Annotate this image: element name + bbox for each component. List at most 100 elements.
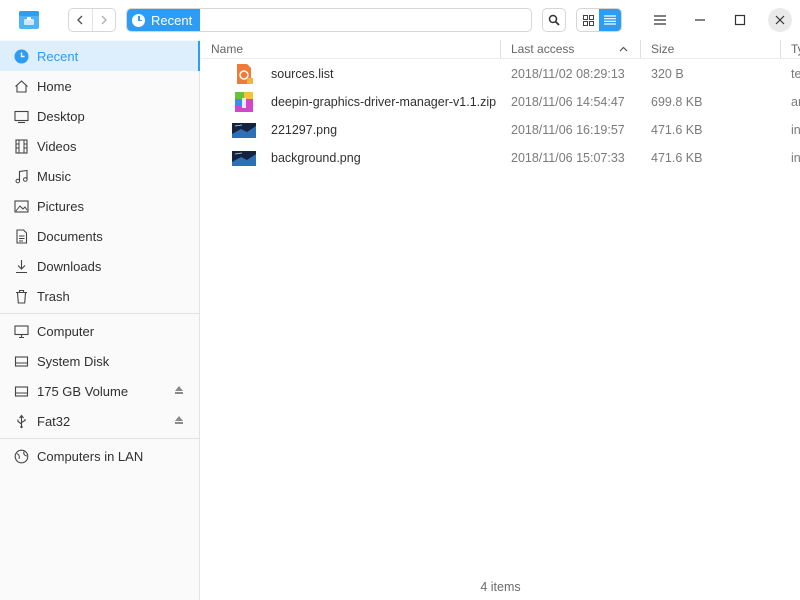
file-last-access: 2018/11/06 14:54:47 <box>511 95 625 109</box>
column-header-name[interactable]: Name <box>211 40 243 58</box>
close-icon <box>775 15 785 25</box>
picture-icon <box>13 198 29 214</box>
sidebar-item-label: Pictures <box>37 198 84 214</box>
header-separator <box>201 58 800 59</box>
sidebar-item-label: System Disk <box>37 353 110 369</box>
usb-icon <box>13 413 29 429</box>
table-row[interactable]: background.png 2018/11/06 15:07:33 471.6… <box>201 144 800 172</box>
menu-icon <box>654 15 666 25</box>
sidebar-item-home[interactable]: Home <box>0 71 200 101</box>
sidebar-item-label: Computers in LAN <box>37 448 144 464</box>
sidebar-item-music[interactable]: Music <box>0 161 200 191</box>
sidebar-item-label: 175 GB Volume <box>37 383 129 399</box>
close-button[interactable] <box>768 8 792 32</box>
maximize-icon <box>734 14 746 26</box>
maximize-button[interactable] <box>728 8 752 32</box>
sidebar-item-computers-in-lan[interactable]: Computers in LAN <box>0 441 200 471</box>
sidebar-item-label: Downloads <box>37 258 102 274</box>
file-size: 471.6 KB <box>651 123 703 137</box>
column-divider[interactable] <box>640 40 641 58</box>
file-size: 320 B <box>651 67 684 81</box>
back-button[interactable] <box>69 9 92 31</box>
sidebar-item-175gb-volume[interactable]: 175 GB Volume <box>0 376 200 406</box>
sidebar-item-trash[interactable]: Trash <box>0 281 200 311</box>
trash-icon <box>13 288 29 304</box>
table-row[interactable]: 221297.png 2018/11/06 16:19:57 471.6 KB … <box>201 116 800 144</box>
sidebar-item-label: Recent <box>37 48 79 64</box>
clock-icon <box>13 48 29 64</box>
file-name: deepin-graphics-driver-manager-v1.1.zip <box>271 95 497 109</box>
zip-archive-icon <box>235 92 253 112</box>
music-note-icon <box>13 168 29 184</box>
table-row[interactable]: deepin-graphics-driver-manager-v1.1.zip … <box>201 88 800 116</box>
desktop-icon <box>13 108 29 124</box>
file-last-access: 2018/11/06 16:19:57 <box>511 123 625 137</box>
file-last-access: 2018/11/06 15:07:33 <box>511 151 625 165</box>
chevron-right-icon <box>101 15 107 25</box>
network-icon <box>13 448 29 464</box>
column-header-type[interactable]: Ty <box>791 40 800 58</box>
file-type: ar <box>791 95 800 109</box>
minimize-button[interactable] <box>688 8 712 32</box>
forward-button[interactable] <box>91 9 116 31</box>
file-type: te <box>791 67 800 81</box>
image-thumbnail-icon <box>232 123 256 138</box>
column-header-size[interactable]: Size <box>651 40 674 58</box>
file-name: 221297.png <box>271 123 338 137</box>
image-thumbnail-icon <box>232 151 256 166</box>
file-list-view: Name Last access Size Ty sources.list 20… <box>201 40 800 600</box>
sidebar-divider <box>0 313 200 314</box>
breadcrumb-label: Recent <box>151 12 193 28</box>
status-bar-item-count: 4 items <box>480 580 521 594</box>
sidebar-item-system-disk[interactable]: System Disk <box>0 346 200 376</box>
file-last-access: 2018/11/02 08:29:13 <box>511 67 625 81</box>
list-view-button[interactable] <box>599 9 621 31</box>
disk-icon <box>13 353 29 369</box>
file-name: background.png <box>271 151 361 165</box>
sidebar-item-label: Fat32 <box>37 413 71 429</box>
breadcrumb-recent[interactable]: Recent <box>127 9 201 31</box>
file-size: 471.6 KB <box>651 151 703 165</box>
eject-icon[interactable] <box>175 416 183 424</box>
sidebar-item-label: Home <box>37 78 72 94</box>
sidebar-divider <box>0 438 200 439</box>
file-manager-logo-icon <box>19 11 39 29</box>
download-icon <box>13 258 29 274</box>
column-divider[interactable] <box>500 40 501 58</box>
sidebar-item-label: Computer <box>37 323 95 339</box>
sidebar-item-videos[interactable]: Videos <box>0 131 200 161</box>
navigation-buttons <box>68 8 116 32</box>
sidebar-item-recent[interactable]: Recent <box>0 41 200 71</box>
computer-icon <box>13 323 29 339</box>
sidebar-item-label: Desktop <box>37 108 85 124</box>
sidebar-item-desktop[interactable]: Desktop <box>0 101 200 131</box>
file-type: in <box>791 123 800 137</box>
table-row[interactable]: sources.list 2018/11/02 08:29:13 320 B t… <box>201 60 800 88</box>
column-header-last-access[interactable]: Last access <box>511 40 574 58</box>
icon-view-button[interactable] <box>577 9 599 31</box>
sidebar: Recent Home Desktop Videos Music Picture… <box>0 40 200 600</box>
column-divider[interactable] <box>780 40 781 58</box>
text-file-icon <box>237 64 253 84</box>
sidebar-item-documents[interactable]: Documents <box>0 221 200 251</box>
disk-icon <box>13 383 29 399</box>
chevron-left-icon <box>77 15 83 25</box>
home-icon <box>13 78 29 94</box>
sidebar-item-label: Documents <box>37 228 103 244</box>
list-icon <box>604 15 616 25</box>
column-header-label: Last access <box>511 42 575 56</box>
sidebar-item-fat32[interactable]: Fat32 <box>0 406 200 436</box>
eject-icon[interactable] <box>175 386 183 394</box>
main-menu-button[interactable] <box>648 8 672 32</box>
minimize-icon <box>695 19 705 21</box>
sidebar-item-computer[interactable]: Computer <box>0 316 200 346</box>
sidebar-item-downloads[interactable]: Downloads <box>0 251 200 281</box>
sidebar-item-label: Trash <box>37 288 70 304</box>
film-icon <box>13 138 29 154</box>
address-bar[interactable]: Recent <box>126 8 532 32</box>
sort-ascending-icon <box>619 46 628 52</box>
search-button[interactable] <box>542 8 566 32</box>
sidebar-item-label: Music <box>37 168 71 184</box>
file-size: 699.8 KB <box>651 95 703 109</box>
sidebar-item-pictures[interactable]: Pictures <box>0 191 200 221</box>
